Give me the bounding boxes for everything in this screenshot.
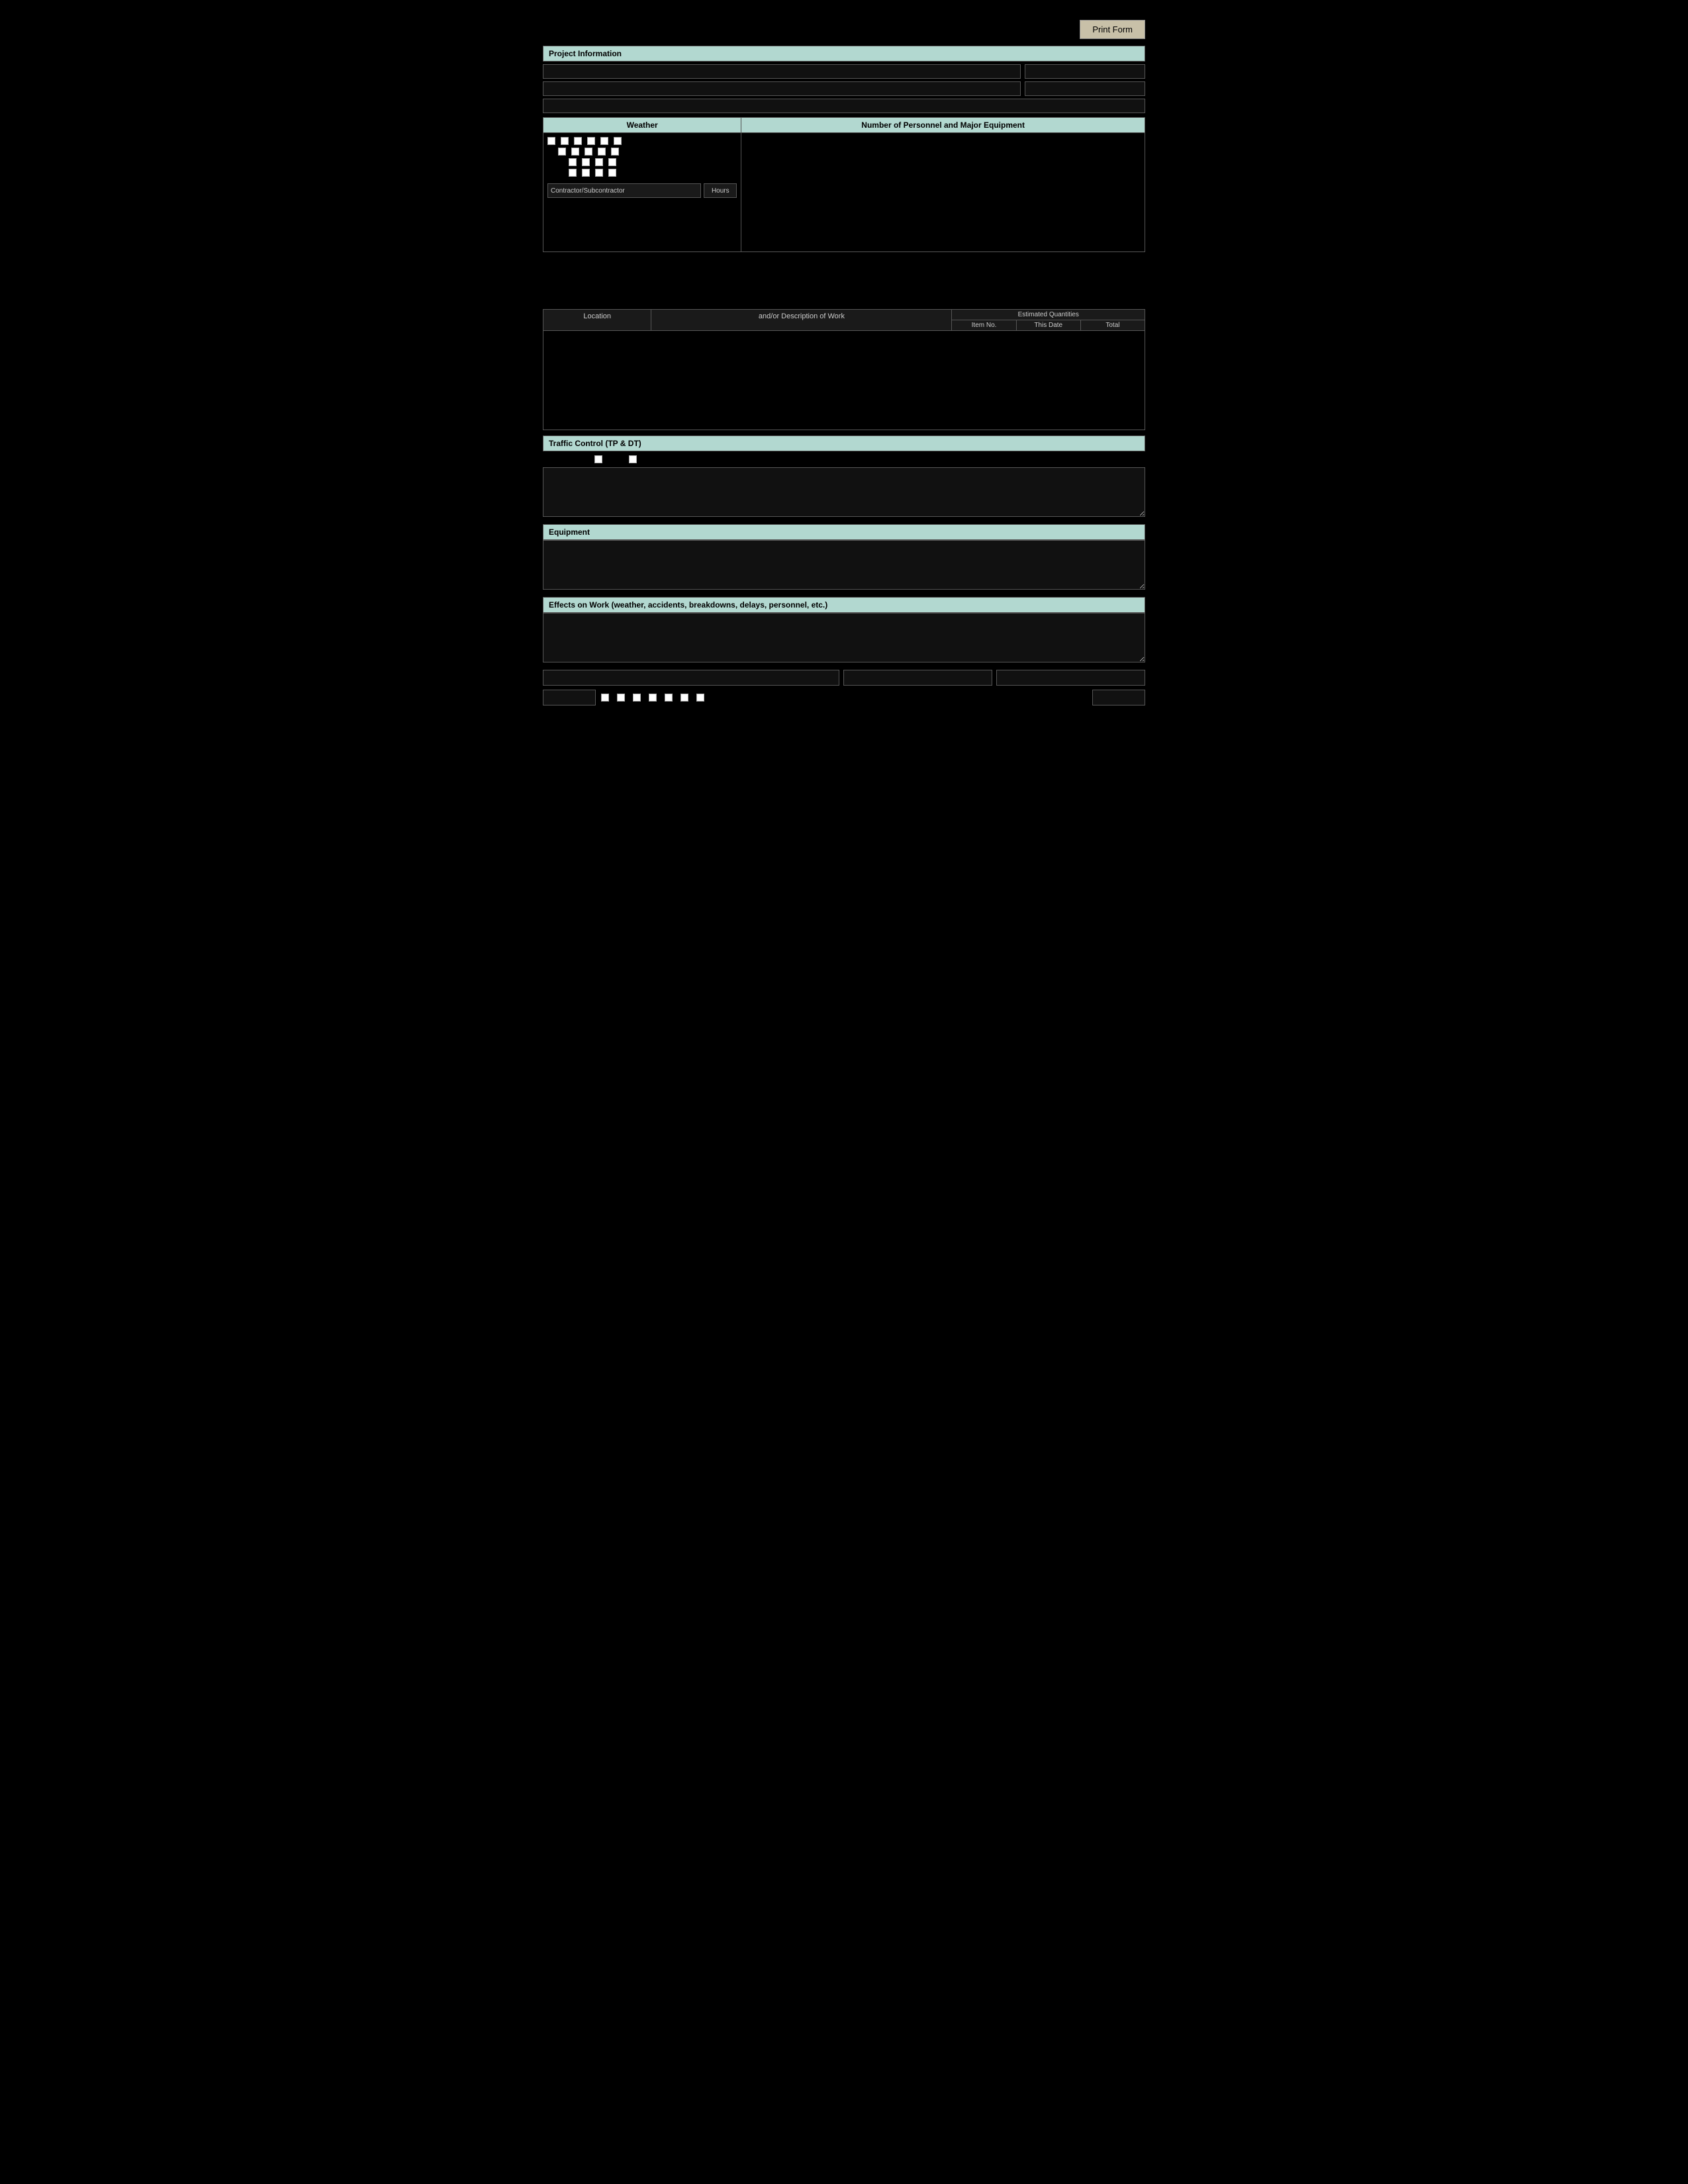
signature-row	[543, 670, 1145, 686]
bottom-cb-1	[601, 694, 609, 702]
bottom-cb-box-4[interactable]	[649, 694, 657, 702]
bottom-cb-7	[696, 694, 704, 702]
tc-checkbox-row	[543, 451, 1145, 467]
weather-cb-box-1[interactable]	[547, 137, 555, 145]
bottom-row	[543, 690, 1145, 705]
weather-cb-row2	[547, 148, 737, 156]
traffic-control-textarea[interactable]	[543, 467, 1145, 517]
weather-cb-box-14[interactable]	[595, 158, 603, 166]
project-field-2-side[interactable]	[1025, 81, 1145, 96]
hours-label: Hours	[704, 183, 737, 198]
contractor-label: Contractor/Subcontractor	[547, 183, 701, 198]
bottom-cb-box-1[interactable]	[601, 694, 609, 702]
equipment-section: Equipment	[543, 524, 1145, 592]
weather-cb-1-4	[587, 137, 595, 145]
signature-field-1[interactable]	[543, 670, 839, 686]
bottom-cb-6	[680, 694, 688, 702]
est-total: Total	[1081, 320, 1145, 330]
bottom-input-start[interactable]	[543, 690, 596, 705]
weather-personnel-header: Weather Number of Personnel and Major Eq…	[543, 117, 1145, 133]
work-table-header: Location and/or Description of Work Esti…	[543, 309, 1145, 331]
project-info-header: Project Information	[543, 46, 1145, 62]
effects-header: Effects on Work (weather, accidents, bre…	[543, 597, 1145, 613]
weather-personnel-body: Contractor/Subcontractor Hours	[543, 133, 1145, 252]
bottom-cb-2	[617, 694, 625, 702]
tc-label-1	[543, 455, 581, 463]
weather-cb-box-13[interactable]	[582, 158, 590, 166]
work-section: Location and/or Description of Work Esti…	[543, 256, 1145, 430]
print-form-button[interactable]: Print Form	[1080, 20, 1145, 39]
bottom-cb-box-5[interactable]	[665, 694, 673, 702]
weather-cb-box-19[interactable]	[608, 169, 616, 177]
weather-cb-box-3[interactable]	[574, 137, 582, 145]
work-col-desc: and/or Description of Work	[651, 310, 952, 330]
weather-cb-row3	[547, 158, 737, 166]
project-field-1[interactable]	[543, 64, 1021, 79]
tc-cb-item-2	[629, 455, 650, 463]
weather-cb-box-4[interactable]	[587, 137, 595, 145]
project-field-1-side[interactable]	[1025, 64, 1145, 79]
weather-cb-row4	[547, 169, 737, 177]
work-rows-container	[543, 331, 1145, 430]
tc-cb-1[interactable]	[594, 455, 602, 463]
project-info-section: Project Information	[543, 46, 1145, 113]
weather-cb-box-6[interactable]	[614, 137, 622, 145]
tc-cb-1-label	[606, 455, 616, 463]
contractor-row: Contractor/Subcontractor Hours	[547, 183, 737, 198]
est-this-date: This Date	[1017, 320, 1081, 330]
equipment-header: Equipment	[543, 524, 1145, 540]
weather-cb-box-11[interactable]	[611, 148, 619, 156]
weather-cb-box-17[interactable]	[582, 169, 590, 177]
tc-cb-item-1	[594, 455, 616, 463]
project-field-2[interactable]	[543, 81, 1021, 96]
work-col-est: Estimated Quantities Item No. This Date …	[952, 310, 1145, 330]
weather-cb-box-16[interactable]	[569, 169, 577, 177]
weather-cb-box-2[interactable]	[561, 137, 569, 145]
weather-col-header: Weather	[543, 117, 741, 133]
bottom-cb-box-3[interactable]	[633, 694, 641, 702]
weather-cb-box-9[interactable]	[585, 148, 592, 156]
weather-cb-box-18[interactable]	[595, 169, 603, 177]
work-col-location: Location	[543, 310, 651, 330]
weather-cb-1-5	[600, 137, 608, 145]
traffic-control-header: Traffic Control (TP & DT)	[543, 435, 1145, 451]
est-quantities-label: Estimated Quantities	[952, 310, 1145, 320]
traffic-control-section: Traffic Control (TP & DT)	[543, 435, 1145, 519]
weather-cb-1-2	[561, 137, 569, 145]
signature-field-3[interactable]	[996, 670, 1145, 686]
personnel-col-body	[741, 133, 1145, 252]
weather-cb-1-3	[574, 137, 582, 145]
project-field-3[interactable]	[543, 99, 1145, 113]
bottom-cb-box-2[interactable]	[617, 694, 625, 702]
bottom-cb-box-7[interactable]	[696, 694, 704, 702]
weather-cb-box-7[interactable]	[558, 148, 566, 156]
weather-cb-box-8[interactable]	[571, 148, 579, 156]
bottom-input-end[interactable]	[1092, 690, 1145, 705]
weather-cb-1-6	[614, 137, 622, 145]
est-item-no: Item No.	[952, 320, 1016, 330]
weather-cb-box-10[interactable]	[598, 148, 606, 156]
weather-col-body: Contractor/Subcontractor Hours	[543, 133, 741, 252]
bottom-cb-3	[633, 694, 641, 702]
weather-cb-row1	[547, 137, 737, 145]
bottom-cb-box-6[interactable]	[680, 694, 688, 702]
effects-section: Effects on Work (weather, accidents, bre…	[543, 597, 1145, 664]
tc-cb-2[interactable]	[629, 455, 637, 463]
tc-cb-2-label	[640, 455, 650, 463]
weather-cb-1-1	[547, 137, 555, 145]
bottom-cb-4	[649, 694, 657, 702]
weather-cb-box-12[interactable]	[569, 158, 577, 166]
weather-cb-box-5[interactable]	[600, 137, 608, 145]
bottom-cb-group	[601, 694, 1087, 702]
effects-textarea[interactable]	[543, 613, 1145, 662]
signature-field-2[interactable]	[843, 670, 992, 686]
bottom-cb-5	[665, 694, 673, 702]
weather-cb-box-15[interactable]	[608, 158, 616, 166]
personnel-col-header: Number of Personnel and Major Equipment	[741, 117, 1145, 133]
equipment-textarea[interactable]	[543, 540, 1145, 590]
